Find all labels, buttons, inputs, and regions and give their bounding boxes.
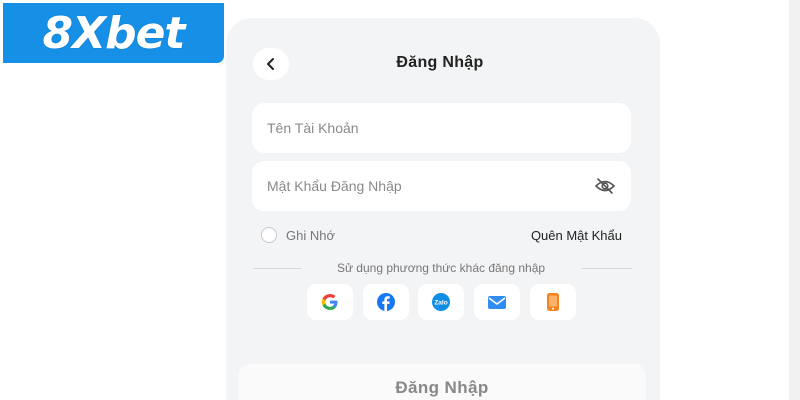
email-login-button[interactable]	[474, 284, 520, 320]
zalo-icon: Zalo	[432, 293, 450, 311]
remember-label: Ghi Nhớ	[286, 227, 335, 243]
facebook-login-button[interactable]	[363, 284, 409, 320]
brand-logo[interactable]: 8Xbet	[0, 0, 227, 66]
forgot-password-link[interactable]: Quên Mật Khẩu	[500, 228, 622, 243]
password-input[interactable]	[252, 161, 631, 211]
logo-text: 8Xbet	[42, 7, 186, 59]
scrollbar-track[interactable]	[789, 0, 800, 400]
back-button[interactable]	[253, 48, 289, 80]
facebook-icon	[377, 293, 395, 311]
mail-icon	[488, 296, 506, 309]
login-submit-label: Đăng Nhập	[395, 378, 489, 397]
login-submit-button[interactable]: Đăng Nhập	[238, 364, 646, 400]
divider-left	[253, 268, 301, 269]
alt-login-label: Sử dụng phương thức khác đăng nhập	[336, 261, 546, 275]
page-title: Đăng Nhập	[396, 54, 484, 71]
password-visibility-toggle[interactable]	[593, 176, 617, 196]
google-login-button[interactable]	[307, 284, 353, 320]
eye-off-icon	[594, 178, 616, 194]
google-icon	[321, 294, 338, 310]
username-input[interactable]	[252, 103, 631, 153]
phone-icon	[547, 293, 559, 311]
phone-login-button[interactable]	[530, 284, 576, 320]
remember-radio[interactable]	[261, 227, 277, 243]
zalo-login-button[interactable]: Zalo	[418, 284, 464, 320]
divider-right	[582, 268, 632, 269]
svg-text:Zalo: Zalo	[434, 300, 447, 307]
remember-me-checkbox[interactable]: Ghi Nhớ	[261, 227, 335, 243]
chevron-left-icon	[267, 58, 274, 70]
